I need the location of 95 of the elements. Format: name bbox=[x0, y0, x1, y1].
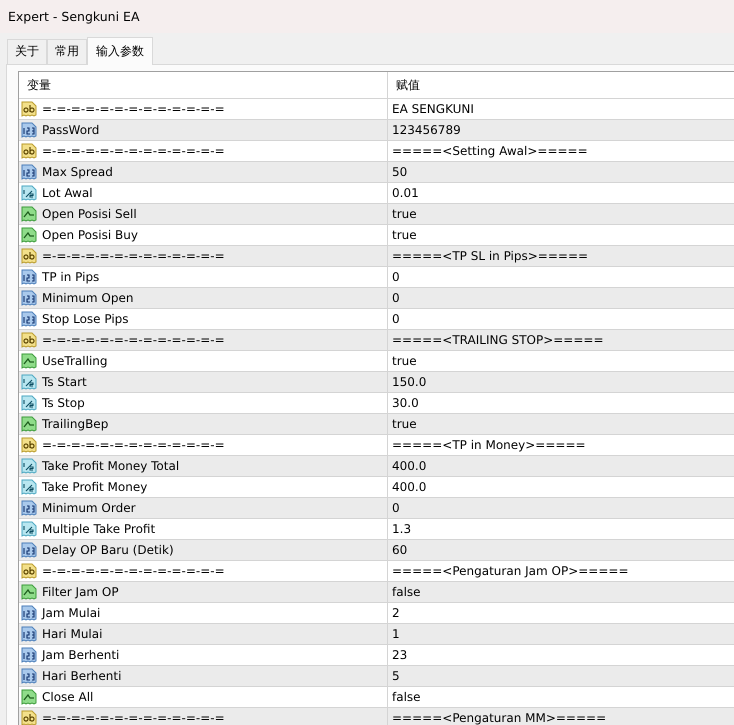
parameter-name: =-=-=-=-=-=-=-=-=-=-=-=-= bbox=[42, 249, 225, 263]
tab[interactable]: 输入参数 bbox=[87, 37, 153, 65]
parameter-value[interactable]: =====<TP in Money>===== bbox=[392, 438, 586, 452]
tab[interactable]: 常用 bbox=[47, 39, 87, 64]
parameter-name: =-=-=-=-=-=-=-=-=-=-=-=-= bbox=[42, 564, 225, 578]
parameter-value[interactable]: 60 bbox=[392, 543, 408, 557]
string-type-icon bbox=[21, 437, 37, 453]
parameter-value[interactable]: 23 bbox=[392, 648, 408, 662]
parameter-name: TP in Pips bbox=[42, 270, 100, 284]
string-type-icon bbox=[21, 143, 37, 159]
string-type-icon bbox=[21, 332, 37, 348]
parameter-value[interactable]: =====<Setting Awal>===== bbox=[392, 144, 588, 158]
parameter-name: UseTralling bbox=[42, 354, 108, 368]
boolean-type-icon bbox=[21, 689, 37, 705]
boolean-type-icon bbox=[21, 416, 37, 432]
boolean-type-icon bbox=[21, 206, 37, 222]
parameter-name: Ts Stop bbox=[42, 396, 85, 410]
parameter-name: Filter Jam OP bbox=[42, 585, 119, 599]
parameter-value[interactable]: 0 bbox=[392, 270, 400, 284]
parameter-value[interactable]: true bbox=[392, 228, 417, 242]
parameter-value[interactable]: 1.3 bbox=[392, 522, 412, 536]
decimal-type-icon bbox=[21, 479, 37, 495]
integer-type-icon bbox=[21, 290, 37, 306]
parameter-value[interactable]: =====<Pengaturan MM>===== bbox=[392, 711, 606, 725]
integer-type-icon bbox=[21, 605, 37, 621]
integer-type-icon bbox=[21, 311, 37, 327]
parameter-value[interactable]: true bbox=[392, 417, 417, 431]
decimal-type-icon bbox=[21, 185, 37, 201]
boolean-type-icon bbox=[21, 584, 37, 600]
tab[interactable]: 关于 bbox=[7, 39, 47, 64]
parameter-name: Close All bbox=[42, 690, 94, 704]
parameter-name: Ts Start bbox=[42, 375, 87, 389]
parameter-value[interactable]: =====<TP SL in Pips>===== bbox=[392, 249, 588, 263]
integer-type-icon bbox=[21, 647, 37, 663]
parameter-name: =-=-=-=-=-=-=-=-=-=-=-=-= bbox=[42, 438, 225, 452]
window-title: Expert - Sengkuni EA bbox=[8, 9, 140, 24]
parameter-name: Take Profit Money Total bbox=[42, 459, 180, 473]
parameter-value[interactable]: 400.0 bbox=[392, 480, 426, 494]
parameter-value[interactable]: 1 bbox=[392, 627, 400, 641]
integer-type-icon bbox=[21, 500, 37, 516]
parameter-value[interactable]: EA SENGKUNI bbox=[392, 102, 474, 116]
parameter-value[interactable]: 5 bbox=[392, 669, 400, 683]
parameter-value[interactable]: 30.0 bbox=[392, 396, 419, 410]
string-type-icon bbox=[21, 248, 37, 264]
parameter-value[interactable]: 2 bbox=[392, 606, 400, 620]
parameter-name: Open Posisi Sell bbox=[42, 207, 137, 221]
parameter-value[interactable]: true bbox=[392, 354, 417, 368]
parameter-value[interactable]: =====<Pengaturan Jam OP>===== bbox=[392, 564, 629, 578]
parameter-value[interactable]: false bbox=[392, 690, 421, 704]
parameter-name: Minimum Order bbox=[42, 501, 136, 515]
parameter-name: Minimum Open bbox=[42, 291, 134, 305]
parameter-name: PassWord bbox=[42, 123, 100, 137]
parameter-value[interactable]: 400.0 bbox=[392, 459, 426, 473]
parameter-name: =-=-=-=-=-=-=-=-=-=-=-=-= bbox=[42, 144, 225, 158]
boolean-type-icon bbox=[21, 353, 37, 369]
string-type-icon bbox=[21, 101, 37, 117]
parameter-name: Lot Awal bbox=[42, 186, 93, 200]
parameter-value[interactable]: 123456789 bbox=[392, 123, 461, 137]
parameter-value[interactable]: 0 bbox=[392, 291, 400, 305]
decimal-type-icon bbox=[21, 395, 37, 411]
string-type-icon bbox=[21, 563, 37, 579]
parameter-name: =-=-=-=-=-=-=-=-=-=-=-=-= bbox=[42, 102, 225, 116]
parameter-name: Max Spread bbox=[42, 165, 113, 179]
integer-type-icon bbox=[21, 668, 37, 684]
parameter-name: Multiple Take Profit bbox=[42, 522, 156, 536]
string-type-icon bbox=[21, 710, 37, 725]
parameter-name: Open Posisi Buy bbox=[42, 228, 138, 242]
parameter-name: TrailingBep bbox=[42, 417, 108, 431]
column-header[interactable]: 赋值 bbox=[388, 72, 734, 98]
decimal-type-icon bbox=[21, 521, 37, 537]
integer-type-icon bbox=[21, 626, 37, 642]
parameter-value[interactable]: 50 bbox=[392, 165, 408, 179]
parameter-name: Take Profit Money bbox=[42, 480, 148, 494]
parameter-value[interactable]: 0 bbox=[392, 312, 400, 326]
parameter-value[interactable]: 150.0 bbox=[392, 375, 426, 389]
integer-type-icon bbox=[21, 164, 37, 180]
integer-type-icon bbox=[21, 269, 37, 285]
parameter-value[interactable]: true bbox=[392, 207, 417, 221]
parameter-value[interactable]: 0 bbox=[392, 501, 400, 515]
parameter-name: Delay OP Baru (Detik) bbox=[42, 543, 174, 557]
integer-type-icon bbox=[21, 122, 37, 138]
parameter-name: =-=-=-=-=-=-=-=-=-=-=-=-= bbox=[42, 711, 225, 725]
parameter-value[interactable]: 0.01 bbox=[392, 186, 419, 200]
parameter-name: Jam Berhenti bbox=[42, 648, 120, 662]
parameter-value[interactable]: =====<TRAILING STOP>===== bbox=[392, 333, 604, 347]
parameter-name: Hari Berhenti bbox=[42, 669, 122, 683]
decimal-type-icon bbox=[21, 374, 37, 390]
boolean-type-icon bbox=[21, 227, 37, 243]
parameter-name: Jam Mulai bbox=[42, 606, 100, 620]
parameter-name: =-=-=-=-=-=-=-=-=-=-=-=-= bbox=[42, 333, 225, 347]
integer-type-icon bbox=[21, 542, 37, 558]
parameter-name: Stop Lose Pips bbox=[42, 312, 129, 326]
parameter-name: Hari Mulai bbox=[42, 627, 102, 641]
decimal-type-icon bbox=[21, 458, 37, 474]
parameter-value[interactable]: false bbox=[392, 585, 421, 599]
